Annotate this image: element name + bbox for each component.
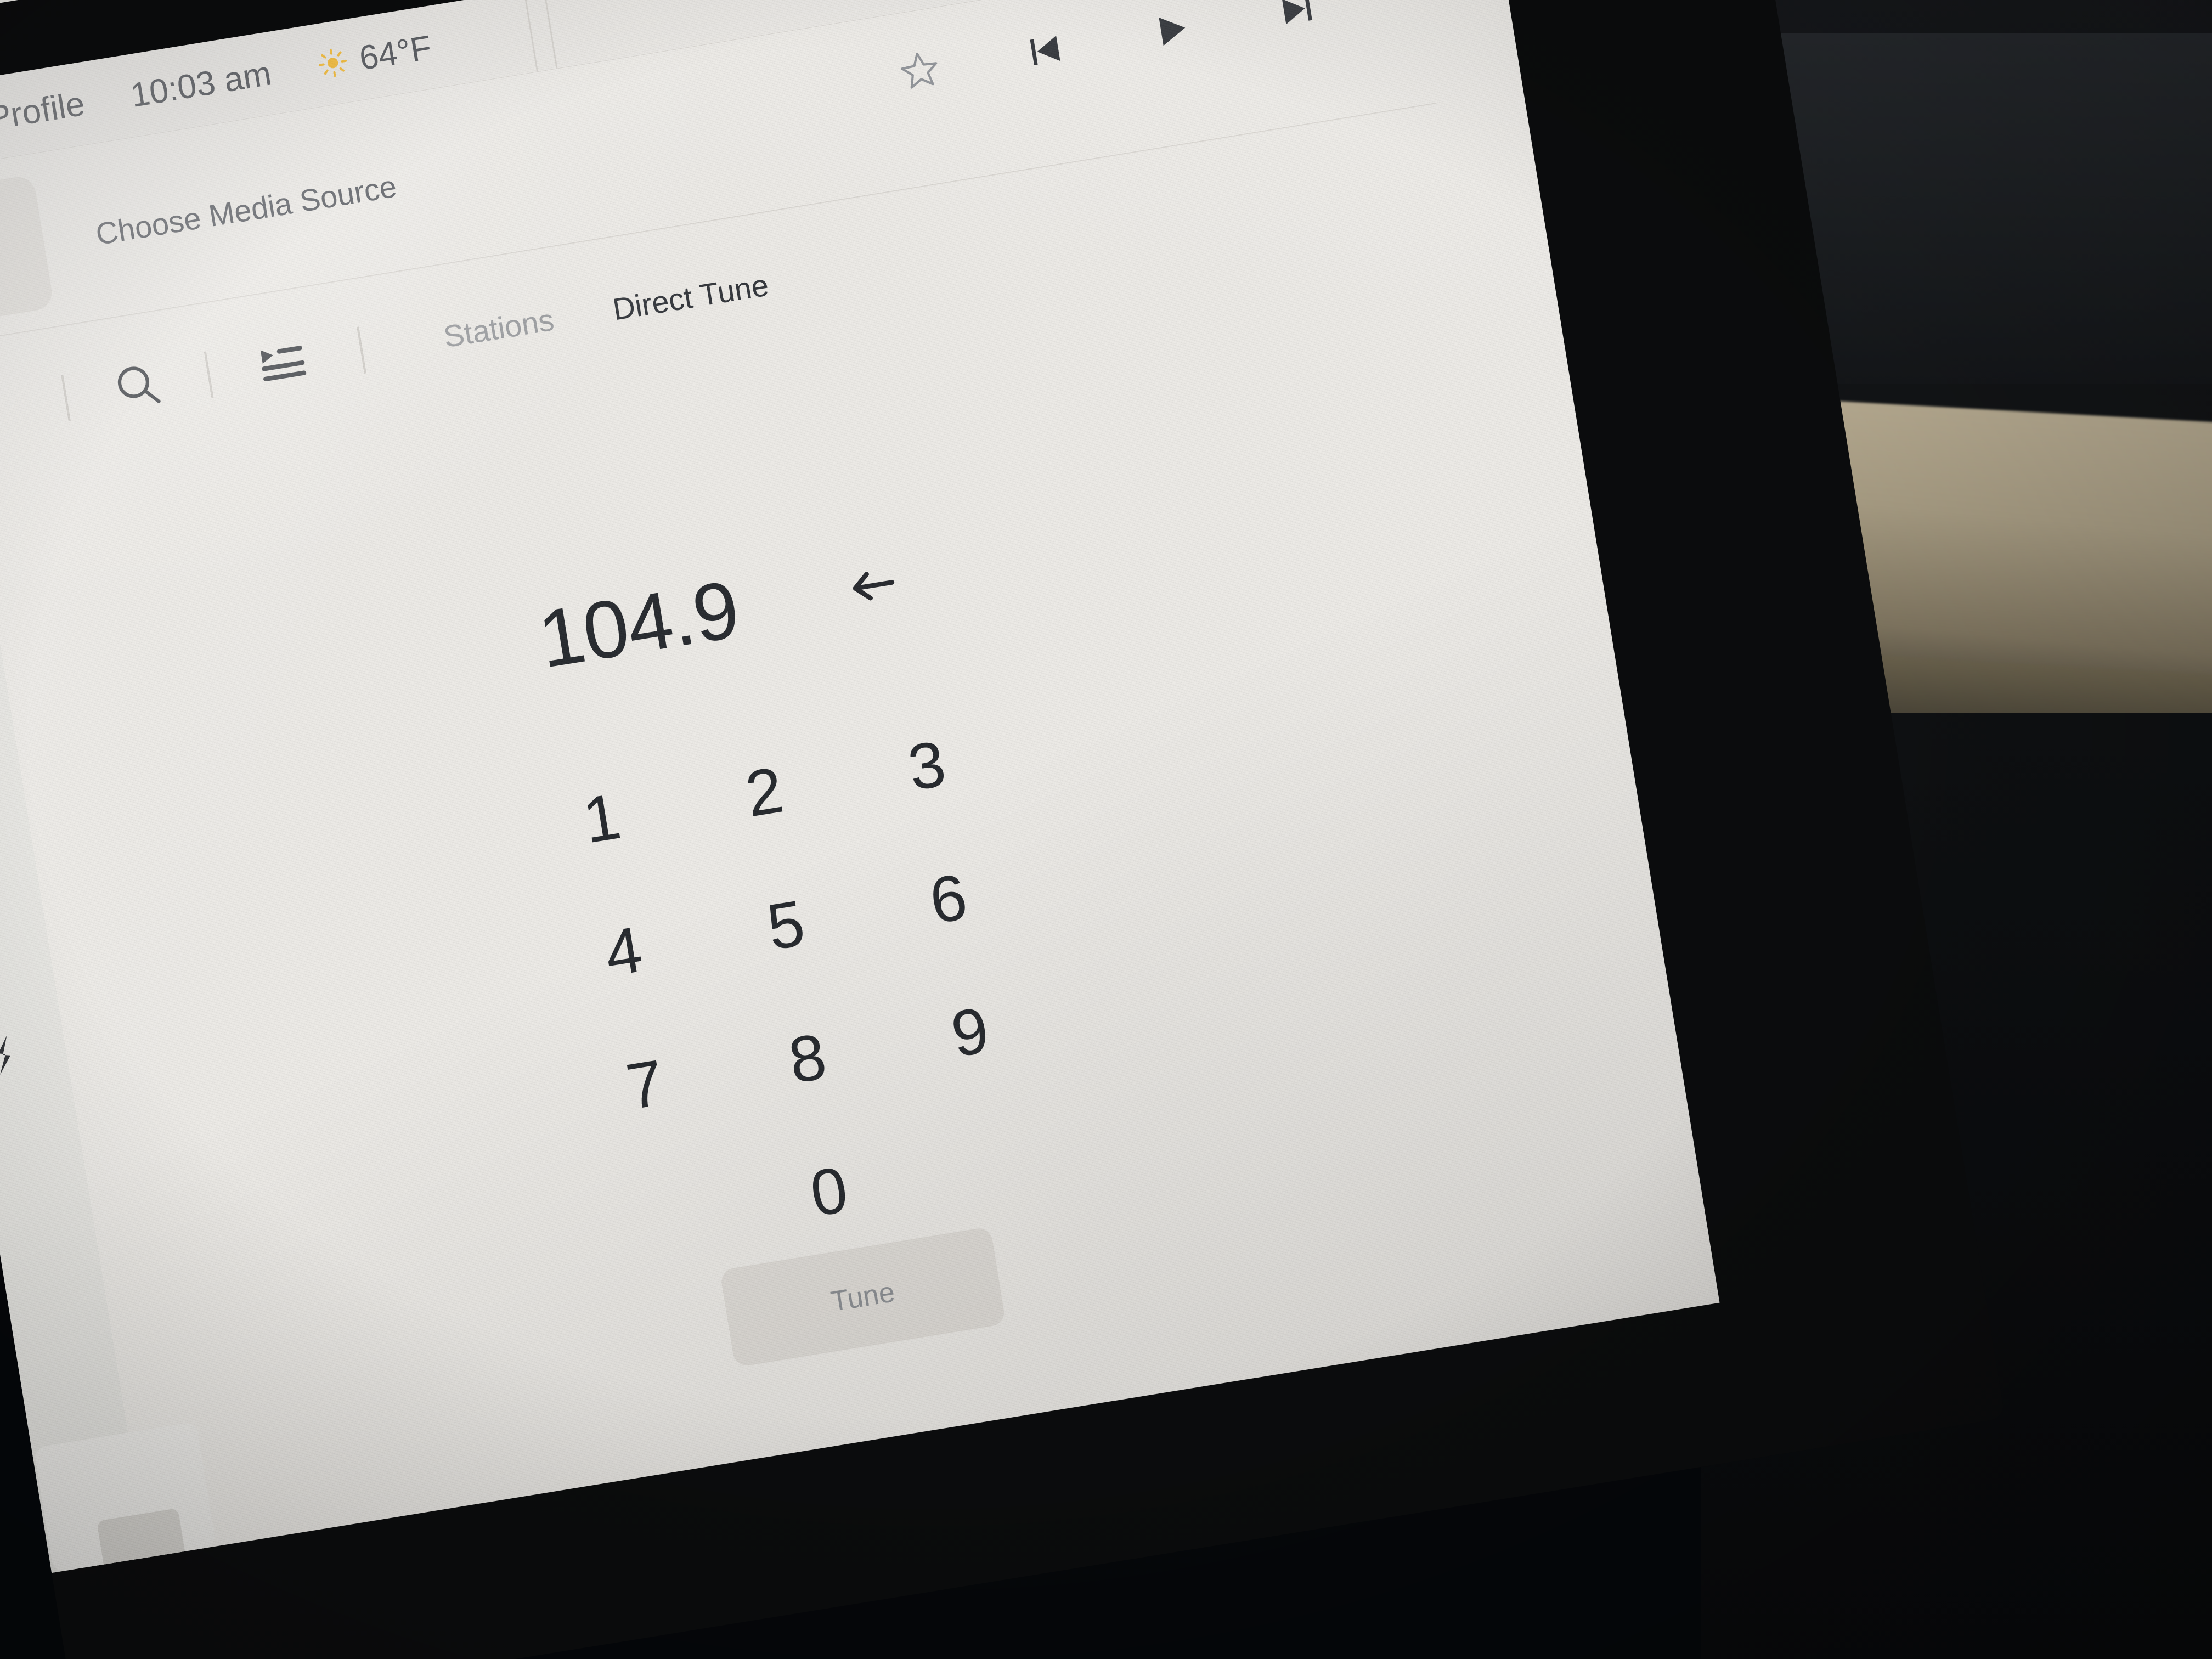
choose-media-source-label: Choose Media Source	[93, 168, 399, 252]
sun-icon	[315, 46, 350, 81]
frequency-row: 104.9	[532, 537, 906, 687]
tab-stations[interactable]: Stations	[441, 301, 556, 354]
keypad-key-blank-right	[900, 1086, 1084, 1245]
music-note-icon	[0, 213, 9, 290]
toolbar-divider-3	[357, 326, 366, 374]
next-track-icon[interactable]	[1272, 0, 1322, 35]
lcd-screen: Profile 10:03 am 64°F Choose Media Sourc…	[0, 0, 1720, 1573]
keypad-key-4[interactable]: 4	[532, 872, 715, 1031]
profile-label: Profile	[0, 84, 88, 138]
previous-track-icon[interactable]	[1020, 25, 1071, 76]
keypad-key-6[interactable]: 6	[856, 820, 1040, 979]
photo-of-car-touchscreen: AIRBAG OFF	[0, 0, 2212, 1659]
keypad-key-8[interactable]: 8	[715, 979, 899, 1138]
keypad-key-1[interactable]: 1	[510, 739, 693, 899]
play-icon[interactable]	[1146, 5, 1197, 55]
favorite-star-icon[interactable]	[895, 46, 945, 96]
toolbar-divider-2	[204, 351, 214, 398]
radio-tuner-icon[interactable]	[0, 375, 29, 444]
temperature-label[interactable]: 64°F	[357, 28, 434, 78]
search-icon[interactable]	[103, 352, 172, 421]
clock[interactable]: 10:03 am	[128, 54, 274, 115]
frequency-display: 104.9	[532, 563, 745, 685]
toolbar-divider-1	[61, 374, 71, 422]
keypad-key-2[interactable]: 2	[673, 713, 856, 872]
keypad-key-7[interactable]: 7	[553, 1005, 737, 1165]
choose-media-source-button[interactable]	[0, 174, 55, 329]
queue-list-icon[interactable]	[245, 328, 320, 398]
tab-direct-tune[interactable]: Direct Tune	[610, 267, 771, 327]
tune-button-label: Tune	[828, 1276, 897, 1318]
profile-button[interactable]: Profile	[0, 84, 87, 145]
status-divider-right	[523, 0, 538, 72]
transport-controls	[895, 0, 1322, 96]
keypad-key-9[interactable]: 9	[878, 952, 1062, 1112]
numeric-keypad: 1 2 3 4 5 6 7 8 9 0	[510, 686, 1084, 1298]
car-touchscreen: AIRBAG OFF	[0, 0, 2005, 1659]
keypad-key-3[interactable]: 3	[835, 686, 1019, 846]
backspace-arrow-icon[interactable]	[842, 556, 903, 618]
keypad-key-5[interactable]: 5	[694, 846, 878, 1006]
status-divider-right-2	[543, 0, 558, 69]
